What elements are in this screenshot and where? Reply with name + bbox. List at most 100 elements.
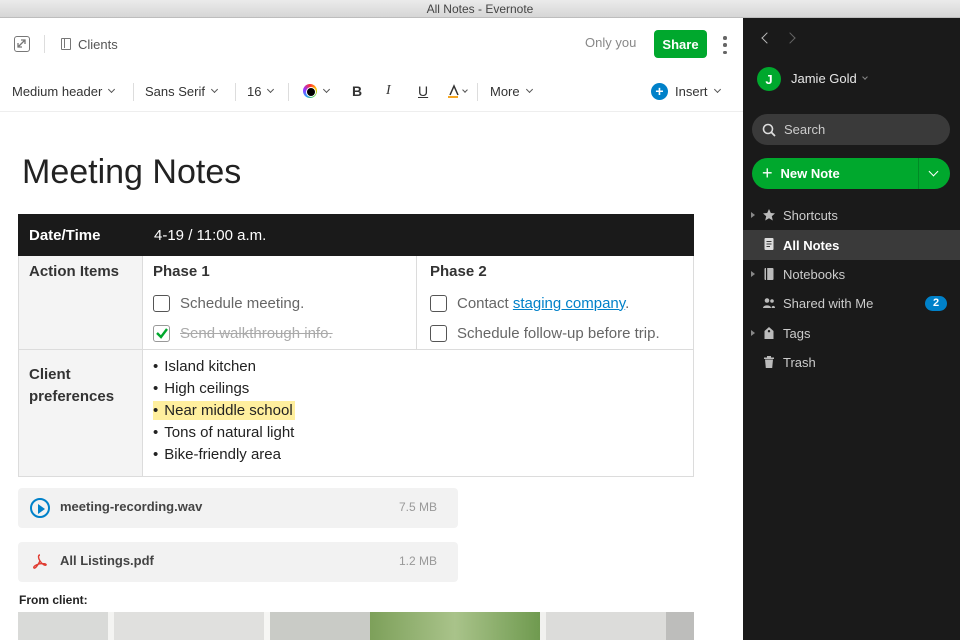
sidebar-item-shared-with-me[interactable]: Shared with Me 2 bbox=[743, 289, 960, 318]
todo-text: Schedule follow-up before trip. bbox=[457, 324, 660, 342]
checkbox[interactable] bbox=[430, 294, 447, 312]
sidebar-item-shortcuts[interactable]: Shortcuts bbox=[743, 201, 960, 230]
font-size-label: 16 bbox=[247, 83, 262, 99]
trash-icon bbox=[764, 355, 774, 368]
font-size-dropdown[interactable]: 16 bbox=[247, 82, 275, 100]
bold-button[interactable]: B bbox=[352, 82, 362, 100]
chevron-down-icon bbox=[525, 85, 533, 94]
expand-triangle-icon[interactable] bbox=[751, 329, 755, 336]
table-row: Action Items Phase 1 Schedule meeting. S… bbox=[18, 255, 694, 350]
text-color-dropdown[interactable] bbox=[303, 82, 331, 100]
search-button[interactable]: Search bbox=[752, 114, 950, 145]
list-item-text: High ceilings bbox=[164, 380, 250, 397]
sidebar-nav: Shortcuts All Notes Notebooks Shared wit… bbox=[743, 201, 960, 377]
chevron-down-icon bbox=[210, 85, 219, 94]
notebook-link[interactable]: Clients bbox=[61, 35, 118, 53]
sidebar-item-tags[interactable]: Tags bbox=[743, 319, 960, 348]
play-icon[interactable] bbox=[30, 498, 50, 518]
note-title[interactable]: Meeting Notes bbox=[22, 153, 241, 192]
list-item-text: Bike-friendly area bbox=[164, 446, 281, 463]
new-note-options-chevron-icon[interactable] bbox=[928, 166, 939, 177]
chevron-down-icon bbox=[322, 85, 331, 94]
notebook-icon bbox=[61, 38, 71, 50]
people-icon bbox=[763, 298, 775, 309]
window-title: All Notes - Evernote bbox=[426, 2, 534, 16]
divider bbox=[288, 83, 289, 101]
list-item: • Tons of natural light bbox=[153, 424, 295, 441]
back-arrow-icon[interactable] bbox=[761, 32, 773, 44]
attachment-audio[interactable]: meeting-recording.wav 7.5 MB bbox=[18, 488, 458, 528]
phase1-cell[interactable]: Phase 1 Schedule meeting. Send walkthrou… bbox=[142, 255, 417, 350]
checkmark-icon bbox=[156, 327, 168, 339]
insert-button[interactable]: + Insert bbox=[651, 82, 721, 100]
sidebar-item-notebooks[interactable]: Notebooks bbox=[743, 260, 960, 289]
chevron-down-icon bbox=[861, 74, 868, 80]
formatting-toolbar: Medium header Sans Serif 16 B I U More +… bbox=[0, 70, 743, 112]
list-item: • Bike-friendly area bbox=[153, 446, 281, 463]
forward-arrow-icon[interactable] bbox=[784, 32, 796, 44]
todo-text: Send walkthrough info. bbox=[180, 324, 333, 342]
todo-item: Schedule follow-up before trip. bbox=[430, 318, 680, 348]
list-item-text: Near middle school bbox=[164, 402, 293, 419]
table-row: Date/Time 4-19 / 11:00 a.m. bbox=[18, 214, 694, 256]
share-button[interactable]: Share bbox=[654, 30, 707, 58]
highlight-dropdown[interactable] bbox=[448, 82, 468, 100]
color-wheel-icon bbox=[303, 84, 317, 98]
checkbox-checked[interactable] bbox=[153, 324, 170, 342]
more-options-icon[interactable] bbox=[722, 36, 728, 54]
divider bbox=[918, 158, 919, 189]
sidebar-item-trash[interactable]: Trash bbox=[743, 348, 960, 377]
checkbox[interactable] bbox=[153, 294, 170, 312]
more-dropdown[interactable]: More bbox=[490, 82, 533, 100]
plus-icon: + bbox=[651, 82, 668, 100]
todo-item: Contact staging company. bbox=[430, 288, 680, 318]
chevron-down-icon bbox=[108, 85, 116, 94]
sidebar-item-label: Tags bbox=[783, 325, 811, 341]
plus-icon: + bbox=[762, 163, 773, 183]
checkbox[interactable] bbox=[430, 324, 447, 342]
style-dropdown[interactable]: Medium header bbox=[12, 82, 116, 100]
tag-icon bbox=[764, 326, 774, 339]
more-label: More bbox=[490, 83, 520, 99]
divider bbox=[44, 35, 45, 53]
list-item: • Near middle school bbox=[153, 401, 295, 420]
staging-company-link[interactable]: staging company bbox=[513, 295, 625, 312]
divider bbox=[235, 83, 236, 101]
attachment-size: 1.2 MB bbox=[398, 554, 437, 568]
notebook-icon bbox=[764, 267, 774, 280]
expand-triangle-icon[interactable] bbox=[751, 270, 755, 277]
datetime-label: Date/Time bbox=[18, 214, 143, 256]
note-table[interactable]: Date/Time 4-19 / 11:00 a.m. Action Items… bbox=[18, 214, 694, 477]
underline-button[interactable]: U bbox=[418, 82, 428, 100]
insert-label: Insert bbox=[675, 83, 708, 99]
todo-text-suffix: . bbox=[625, 294, 630, 312]
list-item-text: Tons of natural light bbox=[164, 424, 295, 441]
attachment-name: meeting-recording.wav bbox=[60, 499, 203, 514]
divider bbox=[133, 83, 134, 101]
preferences-cell[interactable]: • Island kitchen • High ceilings • Near mid… bbox=[142, 349, 694, 477]
search-icon bbox=[762, 123, 776, 137]
account-menu[interactable]: Jamie Gold bbox=[791, 71, 868, 86]
sidebar-item-label: Notebooks bbox=[783, 266, 846, 282]
sidebar-item-label: Trash bbox=[783, 355, 816, 371]
todo-text: Contact staging company. bbox=[457, 295, 629, 312]
italic-button[interactable]: I bbox=[386, 82, 391, 100]
list-item: • High ceilings bbox=[153, 380, 250, 397]
attachment-pdf[interactable]: All Listings.pdf 1.2 MB bbox=[18, 542, 458, 582]
expand-icon[interactable] bbox=[14, 36, 30, 52]
list-item-text: Island kitchen bbox=[164, 358, 256, 375]
font-label: Sans Serif bbox=[145, 83, 205, 99]
datetime-value[interactable]: 4-19 / 11:00 a.m. bbox=[142, 214, 694, 256]
phase2-cell[interactable]: Phase 2 Contact staging company. Schedul… bbox=[416, 255, 694, 350]
sidebar-item-all-notes[interactable]: All Notes bbox=[743, 230, 960, 260]
sidebar-item-label: Shortcuts bbox=[783, 208, 838, 224]
todo-item: Send walkthrough info. bbox=[153, 318, 406, 348]
client-photo[interactable] bbox=[18, 612, 694, 640]
font-dropdown[interactable]: Sans Serif bbox=[145, 82, 219, 100]
avatar[interactable]: J bbox=[757, 67, 781, 91]
expand-triangle-icon[interactable] bbox=[751, 212, 755, 218]
new-note-button[interactable]: + New Note bbox=[752, 158, 950, 189]
note-editor: Clients Only you Share Medium header San… bbox=[0, 18, 743, 640]
shared-count-badge: 2 bbox=[925, 296, 947, 312]
list-item: • Island kitchen bbox=[153, 358, 256, 375]
